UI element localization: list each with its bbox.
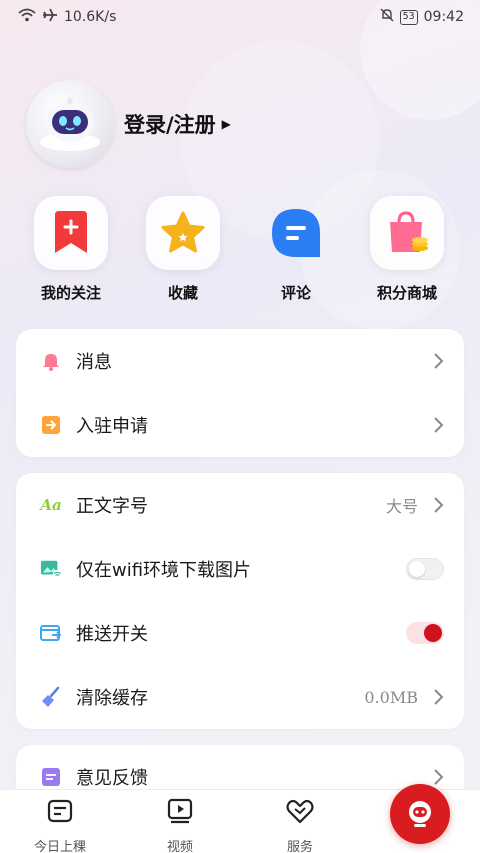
quick-action-points-mall[interactable]: 积分商城 — [357, 196, 457, 303]
row-label: 意见反馈 — [76, 768, 148, 789]
broom-icon — [40, 686, 62, 708]
row-settle-in[interactable]: 入驻申请 — [16, 393, 464, 457]
nav-label: 视频 — [166, 840, 193, 853]
font-size-icon: Aa — [40, 496, 62, 514]
handshake-icon — [286, 799, 314, 824]
nav-item-services[interactable]: 服务 — [255, 796, 345, 853]
nav-item-today[interactable]: 今日上稞 — [15, 796, 105, 853]
row-push-switch[interactable]: 推送开关 — [16, 601, 464, 665]
quick-action-favorites[interactable]: 收藏 — [133, 196, 233, 303]
quick-action-label: 收藏 — [167, 284, 198, 302]
nav-label: 服务 — [286, 840, 313, 853]
row-label: 正文字号 — [76, 496, 148, 517]
mute-bell-icon — [380, 8, 394, 26]
battery-level: 53 — [402, 11, 415, 22]
quick-actions: 我的关注 收藏 评论 积分商城 — [0, 196, 480, 306]
clock: 09:42 — [423, 9, 464, 25]
font-size-value: 大号 — [385, 497, 418, 516]
news-icon — [47, 799, 73, 823]
star-icon — [146, 196, 220, 270]
bookmark-plus-icon — [34, 196, 108, 270]
feedback-icon — [40, 766, 62, 788]
enter-icon — [40, 414, 62, 436]
nav-item-video[interactable]: 视频 — [135, 796, 225, 853]
nav-label: 今日上稞 — [33, 840, 86, 853]
row-label: 仅在wifi环境下载图片 — [76, 560, 252, 581]
chevron-right-icon — [434, 353, 444, 369]
chevron-right-icon — [434, 769, 444, 785]
comment-icon — [259, 196, 333, 270]
robot-avatar-icon[interactable] — [26, 80, 114, 168]
row-label: 消息 — [76, 352, 112, 373]
battery-icon: 53 — [399, 9, 418, 25]
push-toggle[interactable] — [406, 622, 444, 644]
robot-fab-icon — [409, 801, 431, 827]
card-settings: Aa 正文字号 大号 仅在wifi环境下载图片 推送开关 清除缓存 0.0MB — [16, 473, 464, 729]
row-font-size[interactable]: Aa 正文字号 大号 — [16, 473, 464, 537]
row-messages[interactable]: 消息 — [16, 329, 464, 393]
network-speed: 10.6K/s — [64, 9, 117, 25]
row-wifi-images[interactable]: 仅在wifi环境下载图片 — [16, 537, 464, 601]
quick-action-comments[interactable]: 评论 — [246, 196, 346, 303]
shopping-bag-icon — [370, 196, 444, 270]
airplane-icon — [42, 8, 58, 26]
push-icon — [40, 622, 62, 644]
caret-right-icon: ▶ — [221, 117, 231, 131]
wifi-icon — [18, 8, 36, 26]
card-messages: 消息 入驻申请 — [16, 329, 464, 457]
chevron-right-icon — [434, 689, 444, 705]
row-label: 清除缓存 — [76, 688, 148, 709]
quick-action-label: 我的关注 — [40, 284, 101, 302]
image-wifi-icon — [40, 558, 62, 580]
cache-size-value: 0.0MB — [364, 687, 418, 707]
quick-action-label: 积分商城 — [376, 284, 437, 302]
quick-action-follow[interactable]: 我的关注 — [21, 196, 121, 303]
row-label: 入驻申请 — [76, 416, 148, 437]
video-icon — [167, 798, 193, 824]
wifi-images-toggle[interactable] — [406, 558, 444, 580]
chevron-right-icon — [434, 497, 444, 513]
quick-action-label: 评论 — [280, 284, 311, 302]
chevron-right-icon — [434, 417, 444, 433]
login-register-link[interactable]: 登录/注册 — [124, 109, 216, 139]
profile-header[interactable]: 登录/注册 ▶ — [26, 80, 231, 168]
row-clear-cache[interactable]: 清除缓存 0.0MB — [16, 665, 464, 729]
robot-fab-button[interactable] — [390, 784, 450, 844]
bell-icon — [40, 350, 62, 372]
status-bar: 10.6K/s 53 09:42 — [0, 0, 480, 34]
row-label: 推送开关 — [76, 624, 148, 645]
